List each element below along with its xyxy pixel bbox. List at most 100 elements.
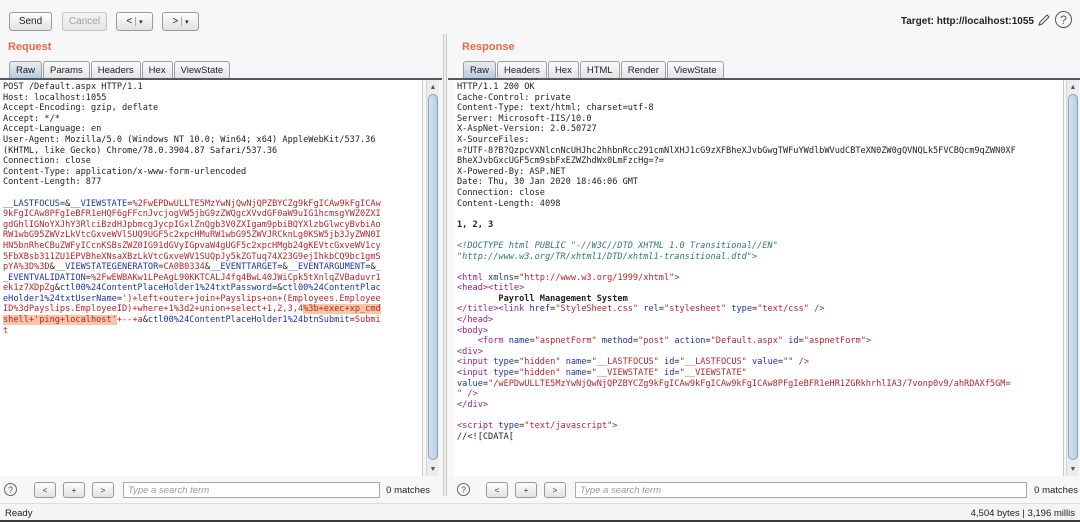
code-token: %2FwEWBAKw1LPeAgL90KKTCALJ4fq4BwL40JWiCp… bbox=[90, 272, 381, 283]
request-editor[interactable]: POST /Default.aspx HTTP/1.1 Host: localho… bbox=[0, 80, 423, 476]
cancel-button[interactable]: Cancel bbox=[62, 12, 107, 31]
code-token: <!DOCTYPE html PUBLIC "-//W3C//DTD XHTML… bbox=[457, 240, 778, 251]
response-line bbox=[457, 209, 1063, 220]
tab-html[interactable]: HTML bbox=[579, 61, 620, 78]
code-token: gdGhlIGNoYXJhY3RlciBzdHJpbmcgJycpIGxlZnQ… bbox=[3, 219, 381, 230]
code-token: X-AspNet-Version: 2.0.50727 bbox=[457, 124, 597, 135]
scroll-thumb[interactable] bbox=[1068, 94, 1078, 460]
pane-splitter[interactable] bbox=[443, 34, 447, 496]
response-line: <body> bbox=[457, 326, 1063, 337]
code-token: > bbox=[865, 336, 872, 347]
response-line: </title><link href="StyleSheet.css" rel=… bbox=[457, 304, 1063, 315]
code-token: 5FbXBsb311ZU1EPVBheXNsaXBzLkVtcGxveWV1SU… bbox=[3, 251, 381, 262]
code-token: <input bbox=[457, 368, 494, 379]
dropdown-arrow-icon: ▾ bbox=[185, 18, 189, 26]
tab-viewstate[interactable]: ViewState bbox=[666, 61, 724, 78]
code-token: <input bbox=[457, 357, 494, 368]
code-token: Payroll Management System bbox=[457, 293, 628, 304]
tab-hex[interactable]: Hex bbox=[141, 61, 173, 78]
search-prev-button[interactable]: < bbox=[486, 482, 508, 498]
request-body-line: ek1z7XDpZg&ctl00%24ContentPlaceHolder1%2… bbox=[3, 283, 422, 294]
request-search-input[interactable] bbox=[123, 482, 380, 498]
scroll-up-icon[interactable]: ▲ bbox=[1068, 82, 1078, 92]
tab-headers[interactable]: Headers bbox=[497, 61, 547, 78]
code-token: > bbox=[674, 272, 680, 283]
search-add-button[interactable]: + bbox=[515, 482, 537, 498]
code-token: xmlns bbox=[488, 272, 514, 283]
code-token: /> bbox=[793, 357, 809, 368]
request-raw-text[interactable]: POST /Default.aspx HTTP/1.1 Host: localho… bbox=[0, 80, 422, 336]
response-line: <input type="hidden" name="__LASTFOCUS" … bbox=[457, 357, 1063, 368]
code-token: > bbox=[612, 421, 618, 431]
code-token: "http://www.w3.org/TR/xhtml1/DTD/xhtml1-… bbox=[457, 251, 758, 262]
code-token: "__VIEWSTATE" bbox=[591, 368, 659, 379]
code-token: name bbox=[565, 357, 587, 368]
tab-raw[interactable]: Raw bbox=[9, 61, 43, 78]
request-scrollbar[interactable]: ▲ ▼ bbox=[426, 80, 439, 476]
back-history-button[interactable]: < ▾ bbox=[116, 12, 153, 31]
code-token: =& bbox=[59, 198, 71, 209]
code-token: Content-Length: 4098 bbox=[457, 198, 561, 209]
tab-params[interactable]: Params bbox=[43, 61, 90, 78]
tab-render[interactable]: Render bbox=[620, 61, 666, 78]
search-add-button[interactable]: + bbox=[63, 482, 85, 498]
code-token: X-SourceFiles: bbox=[457, 134, 530, 145]
response-line: Date: Thu, 30 Jan 2020 18:46:06 GMT bbox=[457, 177, 1063, 188]
response-line: //<![CDATA[ bbox=[457, 432, 1063, 443]
code-token: 9kFgICAw8PFgIeBFR1eHQF6gFFcnJvcjogVW5jbG… bbox=[3, 209, 381, 220]
code-token: __EVENTTARGET bbox=[210, 262, 278, 273]
code-token: <html bbox=[457, 272, 489, 283]
code-token: "text/css" bbox=[757, 304, 809, 315]
response-search-input[interactable] bbox=[575, 482, 1027, 498]
code-token: =& bbox=[277, 262, 288, 273]
code-token: Submi bbox=[354, 315, 381, 326]
response-line: Content-Type: text/html; charset=utf-8 bbox=[457, 103, 1063, 114]
code-token: action bbox=[674, 336, 706, 347]
code-token: (KHTML, like Gecko) Chrome/78.0.3904.87 … bbox=[3, 145, 278, 156]
separator bbox=[181, 17, 183, 26]
code-token: "__LASTFOCUS" bbox=[679, 357, 747, 368]
code-token: id bbox=[788, 336, 799, 347]
tab-viewstate[interactable]: ViewState bbox=[173, 61, 231, 78]
scroll-down-icon[interactable]: ▼ bbox=[1068, 464, 1078, 474]
scroll-down-icon[interactable]: ▼ bbox=[428, 464, 438, 474]
pencil-icon[interactable] bbox=[1036, 12, 1052, 28]
help-icon[interactable]: ? bbox=[4, 483, 17, 496]
response-match-count: 0 matches bbox=[1034, 485, 1078, 496]
code-token: name bbox=[565, 368, 587, 379]
code-token: //<![CDATA[ bbox=[457, 431, 514, 442]
help-icon[interactable]: ? bbox=[1055, 11, 1072, 28]
tab-raw[interactable]: Raw bbox=[463, 61, 497, 78]
search-next-button[interactable]: > bbox=[544, 482, 566, 498]
code-token: rel bbox=[643, 304, 659, 315]
response-line: 1, 2, 3 bbox=[457, 220, 1063, 231]
code-token: value bbox=[457, 378, 483, 389]
code-token: ctl00%24ContentPlaceHolder1%24txtPasswor… bbox=[59, 283, 273, 294]
code-token: <form bbox=[457, 336, 509, 347]
response-scrollbar[interactable]: ▲ ▼ bbox=[1066, 80, 1079, 476]
code-token: ')+left+outer+join+Payslips+on+(Employee… bbox=[122, 293, 381, 304]
search-next-button[interactable]: > bbox=[92, 482, 114, 498]
code-token: Accept: */* bbox=[3, 113, 60, 124]
tab-hex[interactable]: Hex bbox=[547, 61, 579, 78]
code-token: ek1z7XDpZg bbox=[3, 283, 55, 294]
response-line: <!DOCTYPE html PUBLIC "-//W3C//DTD XHTML… bbox=[457, 241, 1063, 252]
send-button[interactable]: Send bbox=[9, 12, 52, 31]
forward-history-button[interactable]: > ▾ bbox=[162, 12, 199, 31]
response-line: <html xmlns="http://www.w3.org/1999/xhtm… bbox=[457, 273, 1063, 284]
status-text: Ready bbox=[5, 508, 33, 519]
code-token: <script bbox=[457, 421, 499, 431]
help-icon[interactable]: ? bbox=[457, 483, 470, 496]
code-token: "hidden" bbox=[519, 357, 561, 368]
response-raw-text[interactable]: HTTP/1.1 200 OK Cache-Control: private Con… bbox=[454, 80, 1063, 442]
response-stats: 4,504 bytes | 3,196 millis bbox=[970, 508, 1075, 519]
response-pane: Response Raw Headers Hex HTML Render Vie… bbox=[448, 34, 1080, 498]
scroll-thumb[interactable] bbox=[428, 94, 438, 460]
code-token: Server: Microsoft-IIS/10.0 bbox=[457, 113, 592, 124]
response-line: X-SourceFiles: bbox=[457, 135, 1063, 146]
code-token: Content-Length: 877 bbox=[3, 177, 102, 188]
response-editor[interactable]: HTTP/1.1 200 OK Cache-Control: private Con… bbox=[454, 80, 1064, 476]
scroll-up-icon[interactable]: ▲ bbox=[428, 82, 438, 92]
tab-headers[interactable]: Headers bbox=[90, 61, 141, 78]
search-prev-button[interactable]: < bbox=[34, 482, 56, 498]
